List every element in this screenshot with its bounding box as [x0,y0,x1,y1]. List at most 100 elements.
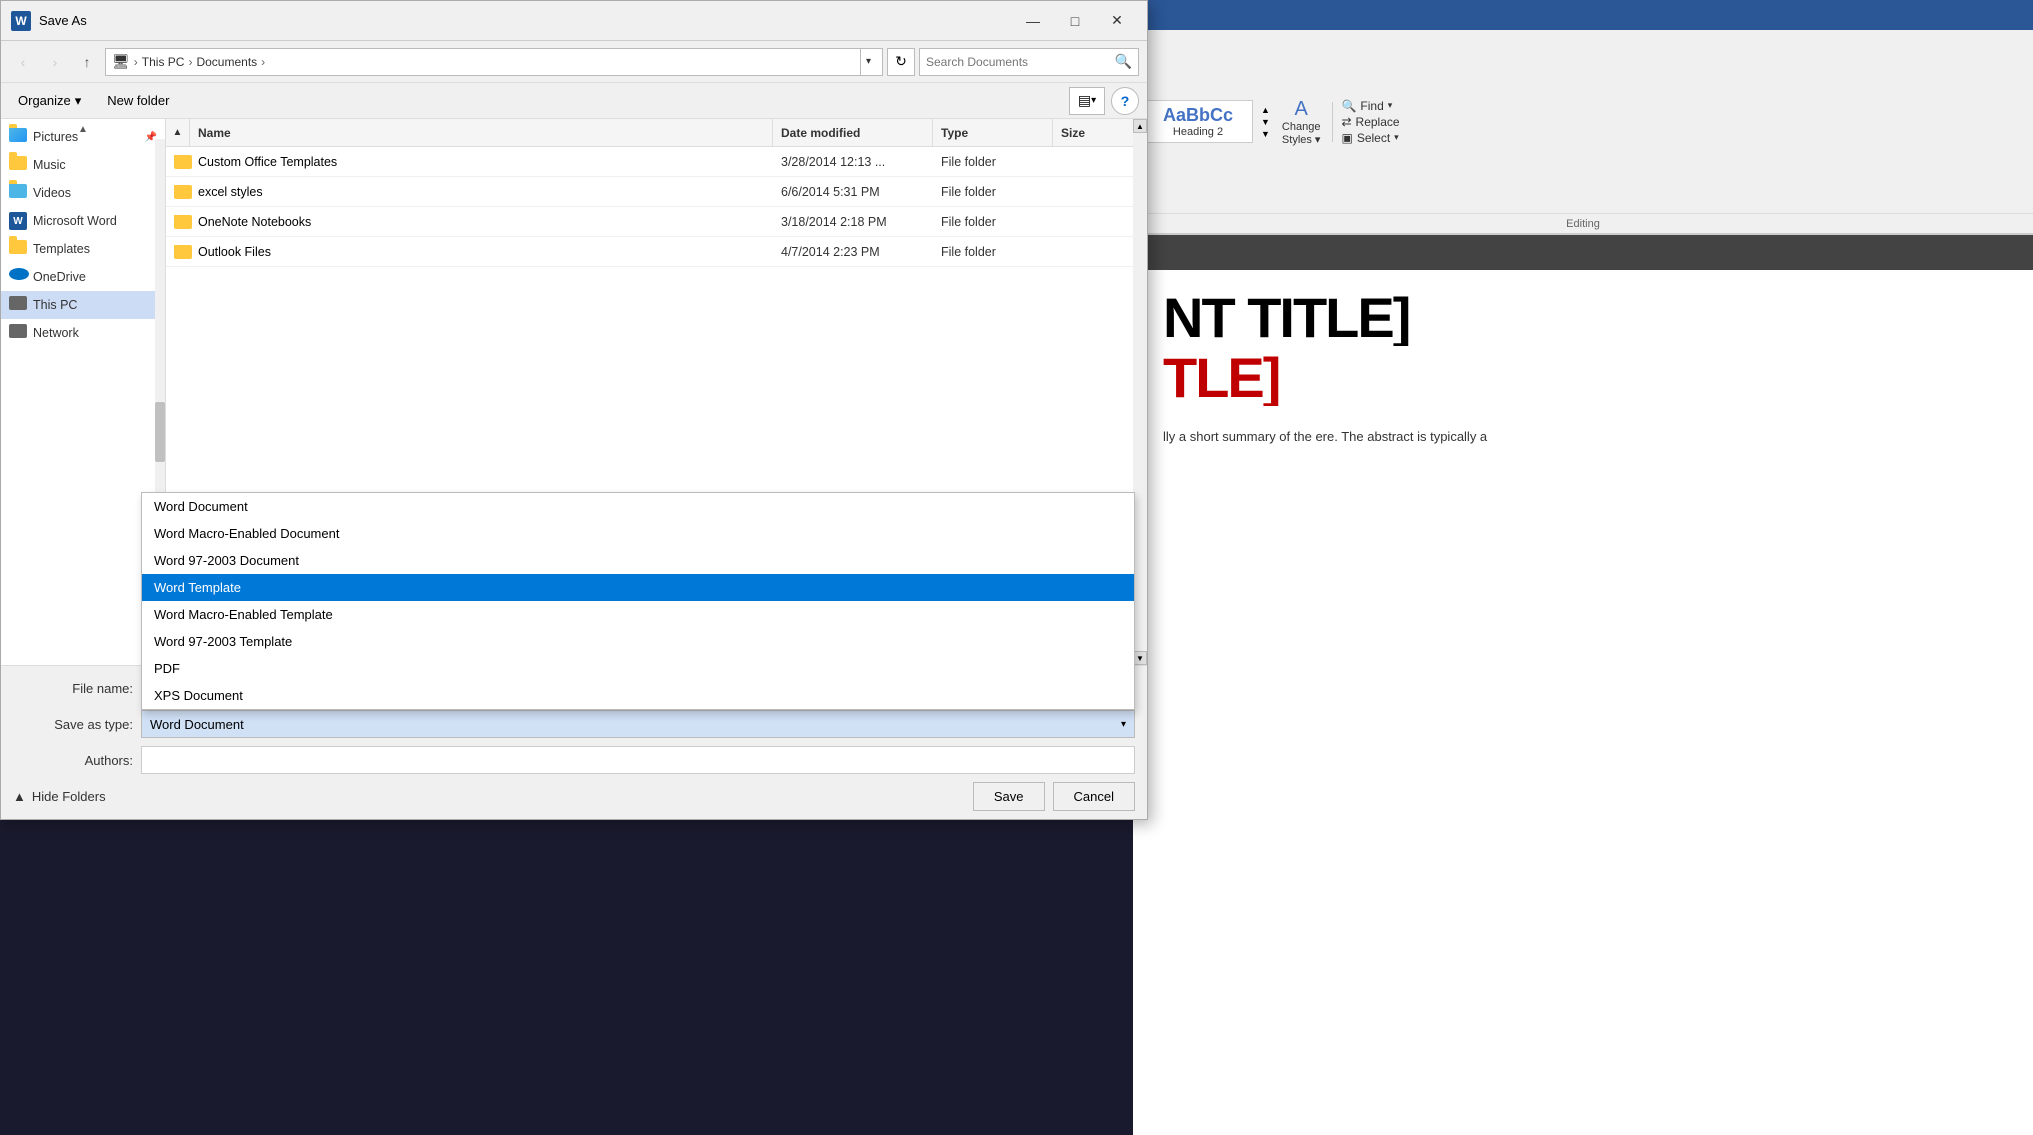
help-btn[interactable]: ? [1111,87,1139,115]
table-row[interactable]: Custom Office Templates 3/28/2014 12:13 … [166,147,1133,177]
v-scroll-up[interactable]: ▲ [1133,119,1147,133]
sidebar-item-videos[interactable]: Videos [1,179,165,207]
maximize-btn[interactable]: □ [1055,6,1095,36]
word-icon: W [11,11,31,31]
file-type-cell: File folder [933,185,1053,199]
dropdown-item[interactable]: Word 97-2003 Document [142,547,1134,574]
sidebar-music-label: Music [33,158,66,172]
save-btn[interactable]: Save [973,782,1045,811]
organize-label: Organize [18,93,71,108]
styles-scroll-up[interactable]: ▲ [1261,105,1270,115]
col-name-header[interactable]: Name [190,119,773,146]
table-row[interactable]: excel styles 6/6/2014 5:31 PM File folde… [166,177,1133,207]
file-name: OneNote Notebooks [198,215,311,229]
organize-btn[interactable]: Organize ▾ [9,88,90,114]
address-dropdown[interactable]: ▾ [860,48,876,76]
v-scrollbar: ▲ ▼ [1133,119,1147,665]
breadcrumb-thispc[interactable]: This PC [142,55,185,69]
dropdown-item[interactable]: Word 97-2003 Template [142,628,1134,655]
search-box[interactable]: 🔍 [919,48,1139,76]
file-type-cell: File folder [933,155,1053,169]
select-icon: ▣ [1341,131,1352,145]
savetype-dropdown[interactable]: Word DocumentWord Macro-Enabled Document… [141,492,1135,710]
replace-label: Replace [1356,115,1400,129]
col-size-header[interactable]: Size [1053,119,1133,146]
sidebar-scroll-thumb[interactable] [155,402,165,462]
change-styles-btn[interactable]: A Change Styles ▾ [1278,94,1325,150]
dialog-title: Save As [39,13,1005,28]
file-rows: Custom Office Templates 3/28/2014 12:13 … [166,147,1133,267]
file-date-cell: 4/7/2014 2:23 PM [773,245,933,259]
music-icon [9,156,27,174]
find-label: Find [1360,99,1383,113]
search-icon: 🔍 [1115,53,1132,70]
organize-arrow: ▾ [75,93,82,109]
onedrive-icon [9,268,27,286]
minimize-btn[interactable]: — [1013,6,1053,36]
close-btn[interactable]: ✕ [1097,6,1137,36]
dropdown-item[interactable]: Word Macro-Enabled Template [142,601,1134,628]
search-input[interactable] [926,55,1111,69]
col-date-header[interactable]: Date modified [773,119,933,146]
sidebar-videos-label: Videos [33,186,71,200]
cancel-btn[interactable]: Cancel [1053,782,1135,811]
file-name-cell: OneNote Notebooks [166,215,773,229]
sort-up-btn[interactable]: ▲ [166,119,190,146]
select-btn[interactable]: ▣ Select ▾ [1341,131,1399,145]
change-styles-label2: Styles ▾ [1282,133,1321,146]
new-folder-btn[interactable]: New folder [98,88,178,113]
dropdown-item[interactable]: XPS Document [142,682,1134,709]
sidebar-item-templates[interactable]: Templates [1,235,165,263]
breadcrumb-icon: 🖥 [112,53,130,70]
sidebar-item-network[interactable]: Network [1,319,165,347]
address-bar[interactable]: 🖥 › This PC › Documents › ▾ [105,48,883,76]
up-btn[interactable]: ↑ [73,48,101,76]
v-scroll-track[interactable] [1133,133,1147,651]
savetype-select[interactable]: Word Document ▾ [141,710,1135,738]
hide-folders-icon: ▲ [13,789,26,804]
sep3: › [261,55,265,69]
dropdown-item[interactable]: Word Document [142,493,1134,520]
find-btn[interactable]: 🔍 Find ▾ [1341,99,1399,113]
view-btn[interactable]: ▤ ▾ [1069,87,1105,115]
dropdown-item[interactable]: Word Template [142,574,1134,601]
sidebar-item-msword[interactable]: W Microsoft Word [1,207,165,235]
file-type-cell: File folder [933,245,1053,259]
table-row[interactable]: OneNote Notebooks 3/18/2014 2:18 PM File… [166,207,1133,237]
nav-toolbar: ‹ › ↑ 🖥 › This PC › Documents › ▾ ↻ 🔍 [1,41,1147,83]
view-arrow: ▾ [1091,95,1096,106]
styles-scroll-down[interactable]: ▼ [1261,117,1270,127]
sidebar-thispc-label: This PC [33,298,77,312]
folder-icon [174,155,192,169]
sidebar-templates-label: Templates [33,242,90,256]
refresh-btn[interactable]: ↻ [887,48,915,76]
templates-icon [9,240,27,258]
new-folder-label: New folder [107,93,169,108]
col-date-label: Date modified [781,126,860,140]
sidebar-msword-label: Microsoft Word [33,214,117,228]
dropdown-item[interactable]: Word Macro-Enabled Document [142,520,1134,547]
sidebar-item-music[interactable]: Music [1,151,165,179]
hide-folders-btn[interactable]: ▲ Hide Folders [13,785,106,808]
savetype-value: Word Document [150,717,244,732]
bottom-buttons-row: ▲ Hide Folders Save Cancel [13,782,1135,811]
file-name-cell: Outlook Files [166,245,773,259]
v-scroll-down[interactable]: ▼ [1133,651,1147,665]
replace-btn[interactable]: ⇄ Replace [1341,115,1399,129]
forward-btn[interactable]: › [41,48,69,76]
select-label: Select [1357,131,1390,145]
folder-icon [174,215,192,229]
toolbar2-right: ▤ ▾ ? [1069,87,1139,115]
authors-input[interactable] [141,746,1135,774]
savetype-arrow: ▾ [1121,719,1126,730]
back-btn[interactable]: ‹ [9,48,37,76]
styles-dropdown[interactable]: ▼ [1261,129,1270,139]
col-type-header[interactable]: Type [933,119,1053,146]
view-icon: ▤ [1078,92,1091,109]
sidebar-item-thispc[interactable]: This PC [1,291,165,319]
dropdown-item[interactable]: PDF [142,655,1134,682]
file-date-cell: 3/28/2014 12:13 ... [773,155,933,169]
table-row[interactable]: Outlook Files 4/7/2014 2:23 PM File fold… [166,237,1133,267]
sidebar-item-onedrive[interactable]: OneDrive [1,263,165,291]
breadcrumb-documents[interactable]: Documents [196,55,257,69]
